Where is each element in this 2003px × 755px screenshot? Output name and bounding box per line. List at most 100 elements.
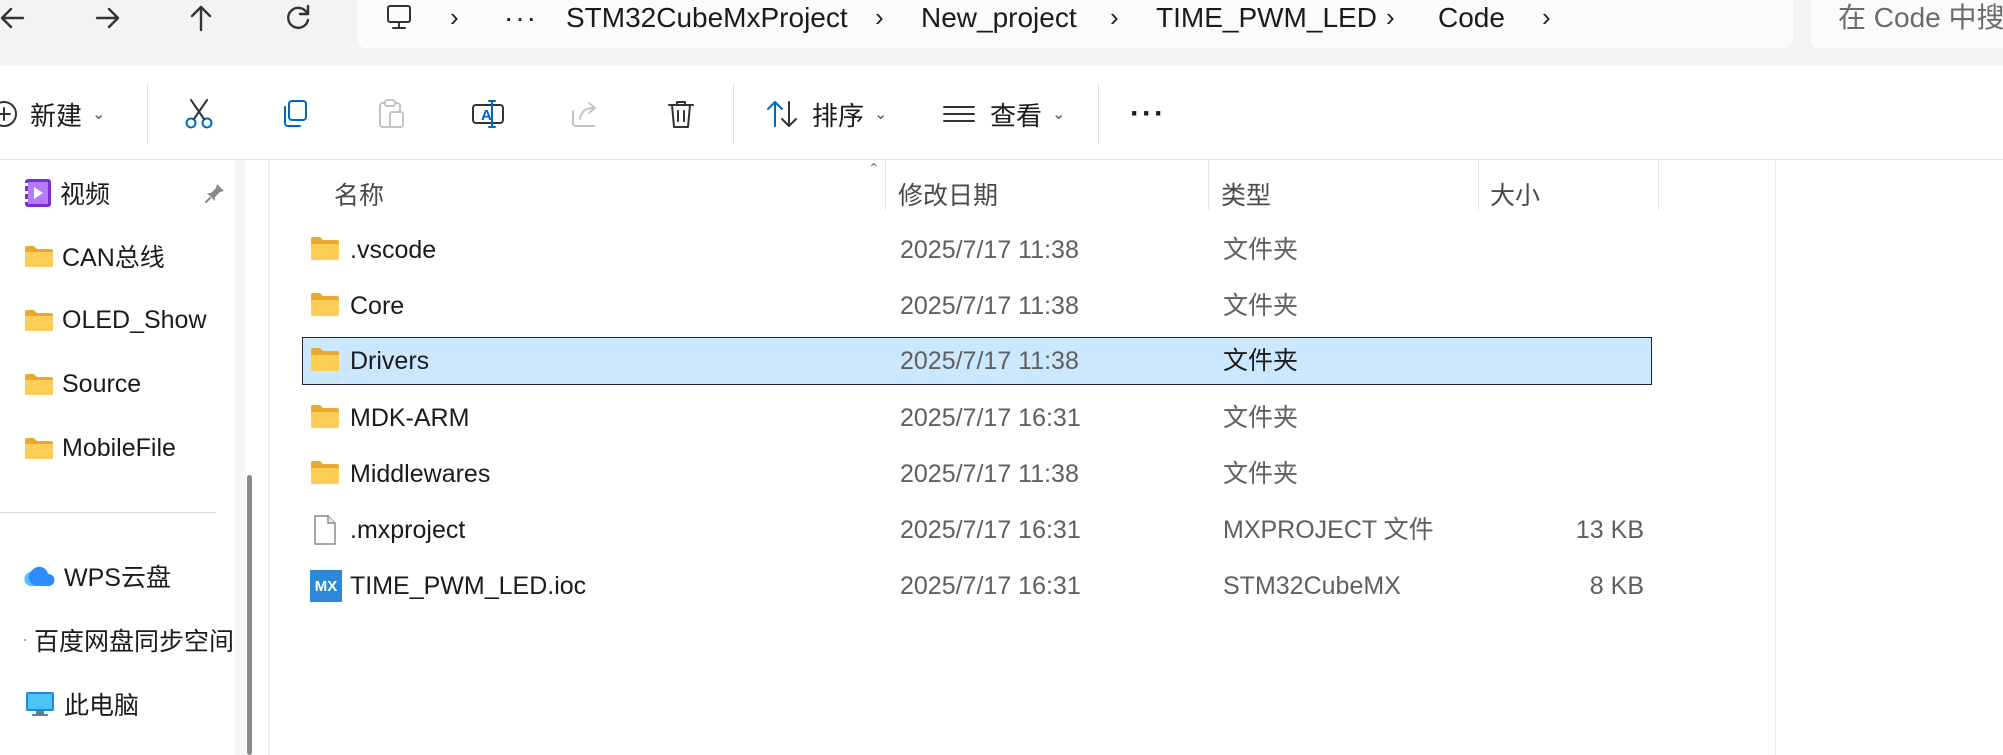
file-size: 8 KB	[1589, 572, 1644, 600]
table-row[interactable]: Core 2025/7/17 11:38 文件夹	[302, 282, 1652, 330]
file-date: 2025/7/17 16:31	[900, 516, 1081, 544]
table-row[interactable]: MX TIME_PWM_LED.ioc 2025/7/17 16:31 STM3…	[302, 562, 1652, 610]
breadcrumb-chevron-icon: ›	[1386, 2, 1395, 32]
back-arrow-icon[interactable]	[0, 0, 42, 36]
sidebar-item-this-pc[interactable]: 此电脑	[24, 684, 139, 724]
view-button[interactable]: 查看 ⌄	[942, 92, 1065, 136]
breadcrumb-item-new-project[interactable]: New_project	[921, 0, 1077, 36]
video-folder-icon	[25, 179, 51, 207]
sidebar-divider	[0, 512, 216, 513]
sidebar-item-source[interactable]: Source	[24, 364, 141, 404]
breadcrumb-more[interactable]: ···	[504, 0, 538, 36]
forward-arrow-icon[interactable]	[78, 0, 138, 36]
table-row[interactable]: .mxproject 2025/7/17 16:31 MXPROJECT 文件 …	[302, 506, 1652, 554]
table-row[interactable]: MDK-ARM 2025/7/17 16:31 文件夹	[302, 394, 1652, 442]
column-resize-handle[interactable]	[1478, 160, 1479, 210]
breadcrumb[interactable]: › ··· STM32CubeMxProject › New_project ›…	[358, 0, 1793, 48]
rename-button[interactable]: A	[470, 92, 506, 136]
folder-icon	[25, 310, 53, 331]
folder-icon	[311, 293, 339, 316]
sidebar-item-wps-cloud[interactable]: WPS云盘	[24, 556, 171, 596]
breadcrumb-item-code[interactable]: Code	[1438, 0, 1505, 36]
breadcrumb-item-stm32cubemxproject[interactable]: STM32CubeMxProject	[566, 0, 848, 36]
breadcrumb-chevron-icon: ›	[450, 2, 459, 32]
file-date: 2025/7/17 11:38	[900, 347, 1079, 375]
view-button-label: 查看	[990, 100, 1043, 131]
column-header-size[interactable]: 大小	[1490, 168, 1540, 224]
delete-button[interactable]	[664, 92, 698, 136]
column-resize-handle[interactable]	[1208, 160, 1209, 210]
file-type: 文件夹	[1223, 404, 1299, 432]
toolbar-divider	[733, 84, 734, 144]
file-name: MDK-ARM	[350, 404, 470, 432]
address-bar-row: › ··· STM32CubeMxProject › New_project ›…	[0, 0, 2003, 66]
pin-icon[interactable]	[204, 182, 226, 209]
svg-text:A: A	[481, 107, 492, 124]
file-date: 2025/7/17 11:38	[900, 460, 1079, 488]
file-name: TIME_PWM_LED.ioc	[350, 572, 587, 600]
copy-icon	[284, 100, 307, 127]
file-name: Core	[350, 292, 405, 320]
table-row[interactable]: .vscode 2025/7/17 11:38 文件夹	[302, 226, 1652, 274]
column-header-date[interactable]: 修改日期	[898, 168, 998, 224]
this-pc-icon[interactable]	[384, 2, 414, 38]
file-date: 2025/7/17 11:38	[900, 236, 1079, 264]
refresh-icon[interactable]	[268, 0, 328, 36]
sidebar-item-baidu-sync[interactable]: 百度网盘同步空间	[24, 620, 234, 660]
sidebar-item-label: OLED_Show	[62, 305, 207, 334]
sidebar-item-videos[interactable]: 视频	[24, 173, 110, 213]
details-pane-area	[1775, 160, 2003, 755]
file-name: .mxproject	[350, 516, 466, 544]
file-date: 2025/7/17 16:31	[900, 572, 1081, 600]
breadcrumb-chevron-icon[interactable]: ›	[1542, 0, 1551, 36]
breadcrumb-chevron-icon: ›	[875, 2, 884, 32]
file-type: 文件夹	[1223, 236, 1299, 264]
table-row[interactable]: Middlewares 2025/7/17 11:38 文件夹	[302, 450, 1652, 498]
breadcrumb-item-time-pwm-led[interactable]: TIME_PWM_LED	[1156, 0, 1377, 36]
column-header-name[interactable]: 名称	[334, 168, 384, 224]
sidebar-item-label: 此电脑	[64, 692, 140, 720]
rename-icon: A	[472, 100, 504, 128]
cut-button[interactable]	[182, 92, 216, 136]
sidebar-item-mobilefile[interactable]: MobileFile	[24, 428, 176, 468]
folder-icon	[25, 438, 53, 459]
chevron-down-icon: ⌄	[92, 106, 106, 123]
chevron-down-icon: ⌄	[874, 106, 888, 123]
column-resize-handle[interactable]	[1658, 160, 1659, 210]
new-button[interactable]: 新建 ⌄	[0, 92, 105, 136]
view-list-icon	[943, 106, 975, 122]
search-placeholder: 在 Code 中搜	[1838, 2, 2003, 33]
column-resize-handle[interactable]	[885, 160, 886, 210]
sidebar-scrollbar-track[interactable]	[234, 160, 246, 755]
sidebar-item-label: WPS云盘	[64, 564, 171, 592]
baidu-sync-icon	[24, 639, 26, 641]
sidebar-scrollbar-thumb[interactable]	[247, 475, 252, 755]
table-row-selected[interactable]: Drivers 2025/7/17 11:38 文件夹	[302, 337, 1652, 385]
more-options-button[interactable]: ···	[1130, 92, 1166, 136]
file-list: ⌃ 名称 修改日期 类型 大小 .vscode 2025/7/17 11:38 …	[270, 160, 1775, 755]
up-arrow-icon[interactable]	[171, 0, 231, 36]
sidebar-item-oled-show[interactable]: OLED_Show	[24, 300, 207, 340]
sidebar-item-can-bus[interactable]: CAN总线	[24, 236, 165, 276]
navigation-pane: 视频 CAN总线 OLED_Show Source MobileFile WPS…	[0, 160, 236, 755]
sidebar-item-label: Source	[62, 369, 142, 398]
toolbar-divider	[1098, 84, 1099, 144]
scissors-icon	[185, 99, 213, 129]
sort-button[interactable]: 排序 ⌄	[764, 92, 887, 136]
file-name: .vscode	[350, 236, 437, 264]
file-date: 2025/7/17 16:31	[900, 404, 1081, 432]
file-type: STM32CubeMX	[1223, 572, 1401, 600]
file-size: 13 KB	[1575, 516, 1644, 544]
file-type: 文件夹	[1223, 460, 1299, 488]
search-input[interactable]: 在 Code 中搜	[1810, 0, 2003, 48]
column-header-type[interactable]: 类型	[1221, 168, 1271, 224]
breadcrumb-chevron-icon: ›	[1110, 2, 1119, 32]
sidebar-item-label: 视频	[60, 181, 111, 209]
paste-button[interactable]	[374, 92, 408, 136]
file-date: 2025/7/17 11:38	[900, 292, 1079, 320]
cloud-icon	[24, 566, 55, 587]
computer-icon	[26, 692, 54, 716]
file-name: Middlewares	[350, 460, 491, 488]
copy-button[interactable]	[278, 92, 312, 136]
share-button[interactable]	[568, 92, 602, 136]
